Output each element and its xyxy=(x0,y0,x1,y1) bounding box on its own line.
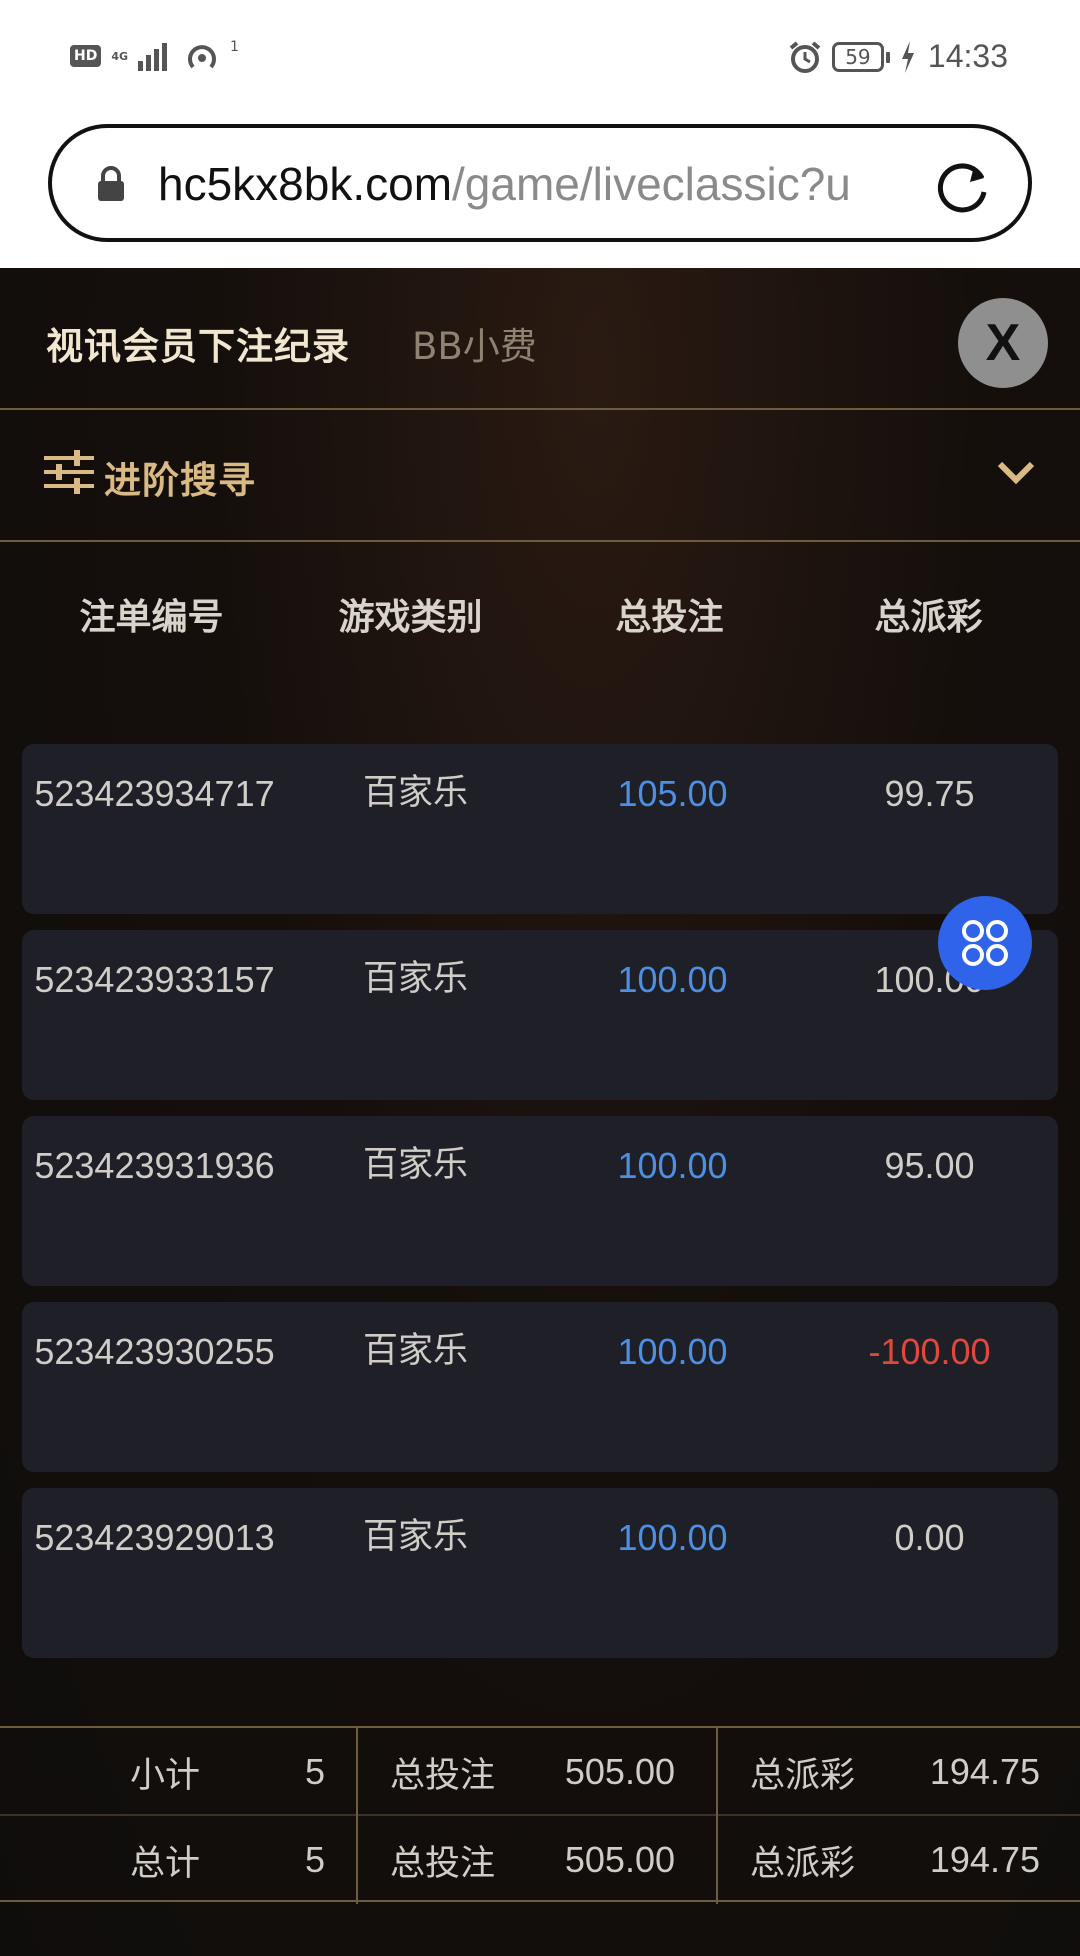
address-bar[interactable]: hc5kx8bk.com/game/liveclassic?u xyxy=(48,124,1032,242)
close-button[interactable]: X xyxy=(958,298,1048,388)
total-bet: 105.00 xyxy=(617,773,728,814)
signal-icon xyxy=(138,43,168,71)
hd-badge: HD xyxy=(70,45,102,67)
subtotal-payout: 194.75 xyxy=(929,1751,1040,1792)
network-type: 4G xyxy=(111,49,129,63)
divider xyxy=(0,540,1080,542)
table-row[interactable]: 523423934717 百家乐 105.00 99.75 xyxy=(22,744,1058,914)
bet-record-list: 523423934717 百家乐 105.00 99.75 5234239331… xyxy=(22,744,1058,1674)
total-bet: 100.00 xyxy=(617,1145,728,1186)
hotspot-icon xyxy=(188,45,217,69)
table-header: 注单编号 游戏类别 总投注 总派彩 xyxy=(22,588,1058,668)
hotspot-count: 1 xyxy=(230,38,239,55)
total-bet: 100.00 xyxy=(617,1517,728,1558)
subtotal-label: 小计 xyxy=(130,1755,201,1796)
bet-record-page: 视讯会员下注纪录 BB小费 X 进阶搜寻 注单编号 游戏类别 总投注 总派彩 5… xyxy=(0,268,1080,1956)
charging-icon xyxy=(901,40,914,73)
subtotal-payout-label: 总派彩 xyxy=(750,1755,856,1796)
filter-sliders-icon xyxy=(44,450,94,494)
summary-table: 小计 5 总投注 505.00 总派彩 194.75 总计 5 总投注 505.… xyxy=(0,1726,1080,1904)
column-header-total-bet: 总投注 xyxy=(615,597,724,638)
total-bet: 100.00 xyxy=(617,959,728,1000)
total-payout: 99.75 xyxy=(884,773,975,814)
game-type: 百家乐 xyxy=(362,1517,468,1557)
game-type: 百家乐 xyxy=(362,1331,468,1371)
total-payout-label: 总派彩 xyxy=(750,1843,856,1884)
total-bet-label: 总投注 xyxy=(390,1843,496,1884)
floating-menu-button[interactable] xyxy=(938,896,1032,990)
column-header-total-payout: 总派彩 xyxy=(874,597,983,638)
bet-id: 523423933157 xyxy=(34,959,275,1000)
status-left: HD 4G 1 xyxy=(70,40,239,72)
total-row: 总计 5 总投注 505.00 总派彩 194.75 xyxy=(0,1816,1080,1904)
subtotal-count: 5 xyxy=(304,1751,325,1792)
total-bet-cell: 总投注 505.00 xyxy=(358,1816,718,1904)
column-header-bet-id: 注单编号 xyxy=(79,597,224,638)
bet-id: 523423934717 xyxy=(34,773,275,814)
total-bet: 100.00 xyxy=(617,1331,728,1372)
total-payout-sum: 194.75 xyxy=(929,1839,1040,1880)
advanced-search-toggle[interactable]: 进阶搜寻 xyxy=(0,410,1080,540)
column-header-game-type: 游戏类别 xyxy=(338,597,483,638)
game-type: 百家乐 xyxy=(362,959,468,999)
subtotal-count-cell: 小计 5 xyxy=(0,1728,358,1816)
game-type: 百家乐 xyxy=(362,773,468,813)
total-payout: 95.00 xyxy=(884,1145,975,1186)
alarm-icon xyxy=(789,40,821,73)
reload-icon[interactable] xyxy=(934,158,992,216)
tab-live-bet-record[interactable]: 视讯会员下注纪录 xyxy=(46,316,350,370)
bet-id: 523423929013 xyxy=(34,1517,275,1558)
advanced-search-label: 进阶搜寻 xyxy=(104,459,256,502)
tab-bb-tips[interactable]: BB小费 xyxy=(412,316,537,370)
subtotal-payout-cell: 总派彩 194.75 xyxy=(718,1728,1080,1816)
subtotal-row: 小计 5 总投注 505.00 总派彩 194.75 xyxy=(0,1728,1080,1816)
total-count-cell: 总计 5 xyxy=(0,1816,358,1904)
subtotal-bet-label: 总投注 xyxy=(390,1755,496,1796)
table-row[interactable]: 523423933157 百家乐 100.00 100.00 xyxy=(22,930,1058,1100)
subtotal-bet-cell: 总投注 505.00 xyxy=(358,1728,718,1816)
bet-id: 523423930255 xyxy=(34,1331,275,1372)
header-tabs: 视讯会员下注纪录 BB小费 X xyxy=(0,268,1080,408)
status-bar: HD 4G 1 59 14:33 xyxy=(0,0,1080,118)
total-payout: -100.00 xyxy=(868,1331,991,1372)
lock-icon xyxy=(98,166,124,201)
subtotal-bet: 505.00 xyxy=(564,1751,675,1792)
game-type: 百家乐 xyxy=(362,1145,468,1185)
total-count: 5 xyxy=(304,1839,325,1880)
total-label: 总计 xyxy=(130,1843,201,1884)
chevron-down-icon xyxy=(997,461,1035,485)
status-right: 59 14:33 xyxy=(788,38,1008,75)
table-row[interactable]: 523423929013 百家乐 100.00 0.00 xyxy=(22,1488,1058,1658)
clock: 14:33 xyxy=(927,38,1008,74)
total-payout: 0.00 xyxy=(894,1517,965,1558)
grid-menu-icon xyxy=(962,920,1008,966)
table-row[interactable]: 523423931936 百家乐 100.00 95.00 xyxy=(22,1116,1058,1286)
total-payout-cell: 总派彩 194.75 xyxy=(718,1816,1080,1904)
battery-icon: 59 xyxy=(831,41,890,72)
url-host: hc5kx8bk.com xyxy=(158,158,453,210)
table-row[interactable]: 523423930255 百家乐 100.00 -100.00 xyxy=(22,1302,1058,1472)
total-bet-sum: 505.00 xyxy=(564,1839,675,1880)
url-text[interactable]: hc5kx8bk.com/game/liveclassic?u xyxy=(158,158,948,210)
url-path: /game/liveclassic?u xyxy=(452,158,851,210)
bet-id: 523423931936 xyxy=(34,1145,275,1186)
